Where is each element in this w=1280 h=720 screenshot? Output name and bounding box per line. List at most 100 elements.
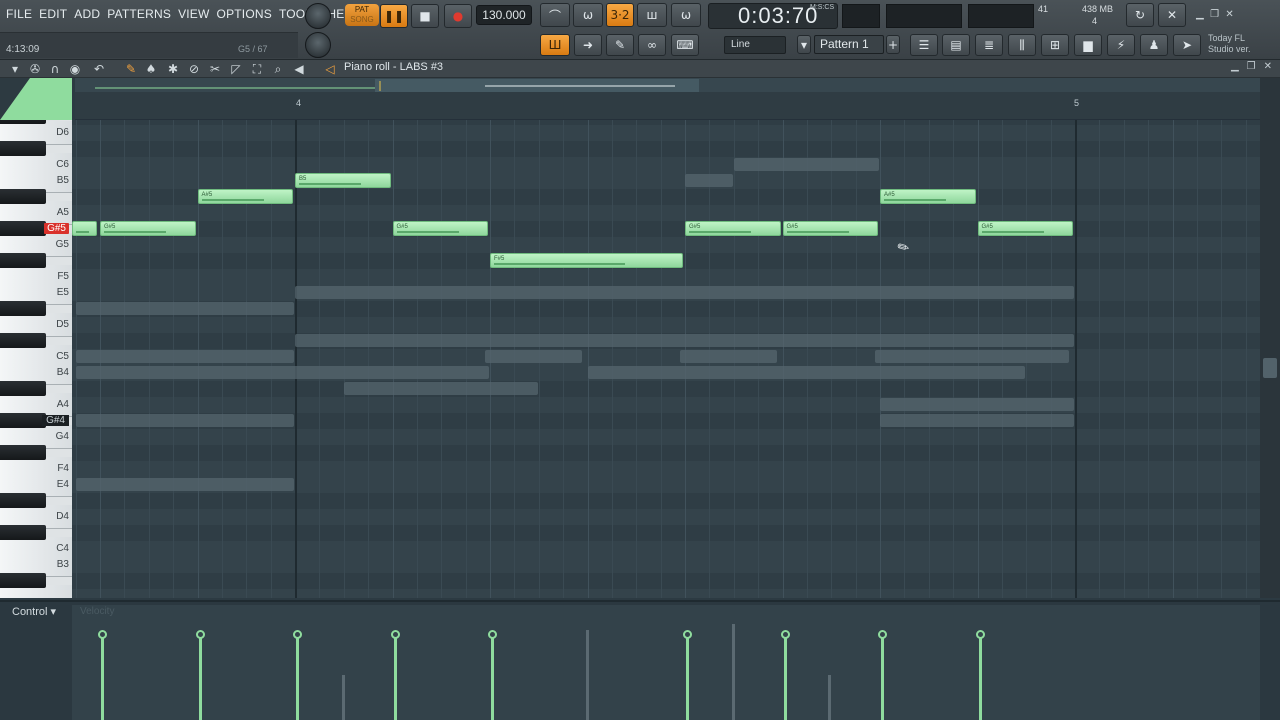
- pat-song-toggle[interactable]: PAT SONG: [345, 4, 379, 26]
- pattern-prev-button[interactable]: ▾: [797, 35, 811, 54]
- velocity-handle[interactable]: [390, 630, 400, 639]
- macros-button[interactable]: ♟: [1140, 34, 1168, 56]
- piano-key-fs5[interactable]: [0, 253, 46, 268]
- piano-key-as5[interactable]: [0, 189, 46, 204]
- pause-button[interactable]: ❚❚: [380, 4, 408, 28]
- paint-tool-icon[interactable]: ♠: [144, 62, 158, 76]
- snap-select[interactable]: Line: [724, 36, 786, 54]
- note[interactable]: F#5: [490, 253, 683, 268]
- minimize-icon[interactable]: ▁: [1196, 9, 1204, 20]
- typing-keyboard-button[interactable]: ⌨: [671, 34, 699, 56]
- velocity-bar[interactable]: [975, 630, 985, 720]
- options-arrow-icon[interactable]: ▾: [8, 62, 22, 76]
- magnet-icon[interactable]: ∩: [48, 62, 62, 76]
- online-button[interactable]: ↻: [1126, 3, 1154, 27]
- undo-icon[interactable]: ↶: [92, 62, 106, 76]
- blend-recording-button[interactable]: ω: [671, 3, 701, 27]
- velocity-bar[interactable]: [878, 630, 887, 720]
- slice-tool-icon[interactable]: ✂: [208, 62, 222, 76]
- add-pattern-button[interactable]: +: [886, 35, 900, 54]
- restore-icon[interactable]: ❐: [1210, 9, 1219, 20]
- note[interactable]: G#5: [782, 221, 878, 236]
- note[interactable]: B5: [295, 173, 391, 188]
- pattern-select[interactable]: Pattern 1: [814, 35, 884, 54]
- piano-roll-title[interactable]: Piano roll - LABS #3: [344, 61, 443, 73]
- velocity-bar[interactable]: [195, 630, 205, 720]
- piano-key-as3[interactable]: [0, 573, 46, 588]
- piano-key-ds4[interactable]: [0, 493, 46, 508]
- velocity-handle[interactable]: [293, 630, 302, 639]
- piano-key-cs5[interactable]: [0, 333, 46, 348]
- piano-keyboard[interactable]: D6 C6 B5 A5 G#5 G5 F5 E5 D5 C5 B4 A4 G#4 G4 F4 E4 D4 C4 B3: [0, 120, 72, 598]
- menu-add[interactable]: ADD: [74, 7, 100, 21]
- piano-key-ds5[interactable]: [0, 301, 46, 316]
- plugin-picker-button[interactable]: ▆: [1074, 34, 1102, 56]
- delete-tool-icon[interactable]: ✱: [166, 62, 180, 76]
- search-icon[interactable]: ⌕: [271, 62, 285, 76]
- wait-input-button[interactable]: ω: [573, 3, 603, 27]
- velocity-bar[interactable]: [390, 630, 400, 720]
- pr-restore-icon[interactable]: ❐: [1247, 61, 1256, 72]
- piano-key-fs4[interactable]: [0, 445, 46, 460]
- plugin-db-button[interactable]: ⚡: [1107, 34, 1135, 56]
- note[interactable]: G#5: [685, 221, 781, 236]
- piano-key-gs4[interactable]: [0, 413, 46, 428]
- note[interactable]: A#5: [197, 189, 293, 204]
- velocity-handle[interactable]: [488, 630, 497, 639]
- step-edit-button[interactable]: ш: [637, 3, 667, 27]
- piano-key-cs6[interactable]: [0, 141, 46, 156]
- pattern-overview[interactable]: [75, 78, 1260, 93]
- metronome-button[interactable]: ⌒: [540, 3, 570, 27]
- speaker-icon[interactable]: ◁: [323, 62, 337, 76]
- master-pitch-knob[interactable]: [305, 32, 331, 58]
- velocity-bar[interactable]: [98, 630, 107, 720]
- mixer-faders-button[interactable]: ⫼: [1008, 34, 1036, 56]
- note[interactable]: G#5: [100, 221, 196, 236]
- scrollbar-thumb[interactable]: [1263, 358, 1277, 378]
- velocity-bar[interactable]: [780, 630, 790, 720]
- menu-view[interactable]: VIEW: [178, 7, 209, 21]
- close-icon[interactable]: ✕: [1225, 9, 1233, 20]
- tools-wrench-icon[interactable]: ✇: [28, 62, 42, 76]
- mixer-button[interactable]: ≣: [975, 34, 1003, 56]
- countdown-button[interactable]: 3·2: [606, 3, 634, 27]
- stop-button[interactable]: ■: [411, 4, 439, 28]
- velocity-handle[interactable]: [683, 630, 692, 639]
- piano-key-ds6[interactable]: [0, 120, 46, 124]
- velocity-handle[interactable]: [975, 630, 985, 639]
- piano-key-cs4[interactable]: [0, 525, 46, 540]
- record-button[interactable]: ●: [444, 4, 472, 28]
- pr-close-icon[interactable]: ✕: [1264, 61, 1272, 72]
- note-grid[interactable]: G#5 A#5 B5 G#5 F#5 G#5 G#5 A#5 G#5: [72, 120, 1260, 598]
- link-button[interactable]: ∞: [638, 34, 666, 56]
- piano-key-as4[interactable]: [0, 381, 46, 396]
- pr-minimize-icon[interactable]: ▁: [1231, 61, 1239, 72]
- menu-edit[interactable]: EDIT: [39, 7, 67, 21]
- tempo-display[interactable]: 130.000: [476, 5, 532, 25]
- select-tool-icon[interactable]: ◸: [229, 62, 243, 76]
- note[interactable]: G#5: [392, 221, 488, 236]
- menu-patterns[interactable]: PATTERNS: [107, 7, 171, 21]
- control-selector[interactable]: Control ▾: [12, 605, 56, 618]
- velocity-handle[interactable]: [98, 630, 107, 639]
- velocity-bar[interactable]: [488, 630, 497, 720]
- note[interactable]: G#5: [977, 221, 1073, 236]
- playback-tool-icon[interactable]: ◀: [292, 62, 306, 76]
- velocity-handle[interactable]: [195, 630, 205, 639]
- piano-roll-button[interactable]: Ш: [540, 34, 570, 56]
- velocity-bar[interactable]: [683, 630, 692, 720]
- master-volume-knob[interactable]: [305, 3, 331, 29]
- playlist-button[interactable]: ☰: [910, 34, 938, 56]
- piano-key-gs5[interactable]: [0, 221, 46, 236]
- velocity-bar[interactable]: [293, 630, 302, 720]
- velocity-handle[interactable]: [878, 630, 887, 639]
- velocity-lane[interactable]: [72, 605, 1260, 720]
- velocity-handle[interactable]: [780, 630, 790, 639]
- note-partial[interactable]: [72, 221, 97, 236]
- vertical-scrollbar[interactable]: [1260, 78, 1280, 598]
- piano-roll-corner[interactable]: [0, 78, 72, 120]
- news-panel[interactable]: Today FL Studio ver.: [1208, 33, 1251, 55]
- note[interactable]: A#5: [880, 189, 976, 204]
- pencil-button[interactable]: ✎: [606, 34, 634, 56]
- mute-tool-icon[interactable]: ⊘: [187, 62, 201, 76]
